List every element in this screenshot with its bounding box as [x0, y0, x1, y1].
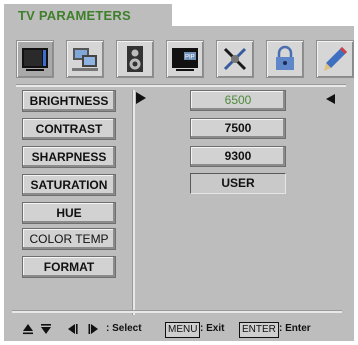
menu-item-format[interactable]: FORMAT — [22, 256, 116, 278]
up-arrow-icon — [23, 324, 33, 335]
speaker-icon[interactable] — [116, 40, 154, 78]
svg-text:PIP: PIP — [185, 55, 195, 61]
column-divider — [132, 90, 135, 315]
tv-screen-icon[interactable] — [16, 40, 54, 78]
enter-hint: : Enter — [279, 323, 311, 334]
menu-item-saturation[interactable]: SATURATION — [22, 174, 116, 196]
option-6500[interactable]: 6500 — [190, 90, 286, 111]
lock-icon[interactable] — [266, 40, 304, 78]
panel-top-cut — [172, 4, 354, 26]
selection-arrow-left-icon — [326, 94, 335, 104]
left-arrow-icon — [68, 324, 78, 334]
down-arrow-icon — [41, 324, 51, 334]
menu-item-sharpness[interactable]: SHARPNESS — [22, 146, 116, 168]
page-title: TV PARAMETERS — [18, 8, 131, 23]
pc-icon[interactable] — [66, 40, 104, 78]
selection-arrow-right-icon — [136, 92, 146, 104]
category-icons: PIP — [16, 40, 356, 80]
tools-icon[interactable] — [216, 40, 254, 78]
enter-key: ENTER — [239, 322, 279, 338]
footer-divider — [12, 310, 342, 313]
icon-divider — [16, 84, 346, 87]
option-9300[interactable]: 9300 — [190, 146, 286, 167]
menu-item-color-temp[interactable]: COLOR TEMP — [22, 228, 116, 250]
select-hint: : Select — [106, 323, 142, 334]
exit-hint: : Exit — [200, 323, 225, 334]
osd-panel: TV PARAMETERS PIP — [4, 4, 354, 341]
right-arrow-icon — [88, 324, 98, 334]
menu-key: MENU — [165, 322, 201, 338]
title-notch — [154, 4, 172, 26]
option-user[interactable]: USER — [190, 173, 286, 194]
menu-item-contrast[interactable]: CONTRAST — [22, 118, 116, 140]
footer-help: : Select MENU : Exit ENTER : Enter — [22, 322, 352, 338]
option-7500[interactable]: 7500 — [190, 118, 286, 139]
menu-item-hue[interactable]: HUE — [22, 202, 116, 224]
pip-icon[interactable]: PIP — [166, 40, 204, 78]
menu-item-brightness[interactable]: BRIGHTNESS — [22, 90, 116, 112]
pencil-icon[interactable] — [316, 40, 354, 78]
title-tab: TV PARAMETERS — [4, 4, 154, 26]
